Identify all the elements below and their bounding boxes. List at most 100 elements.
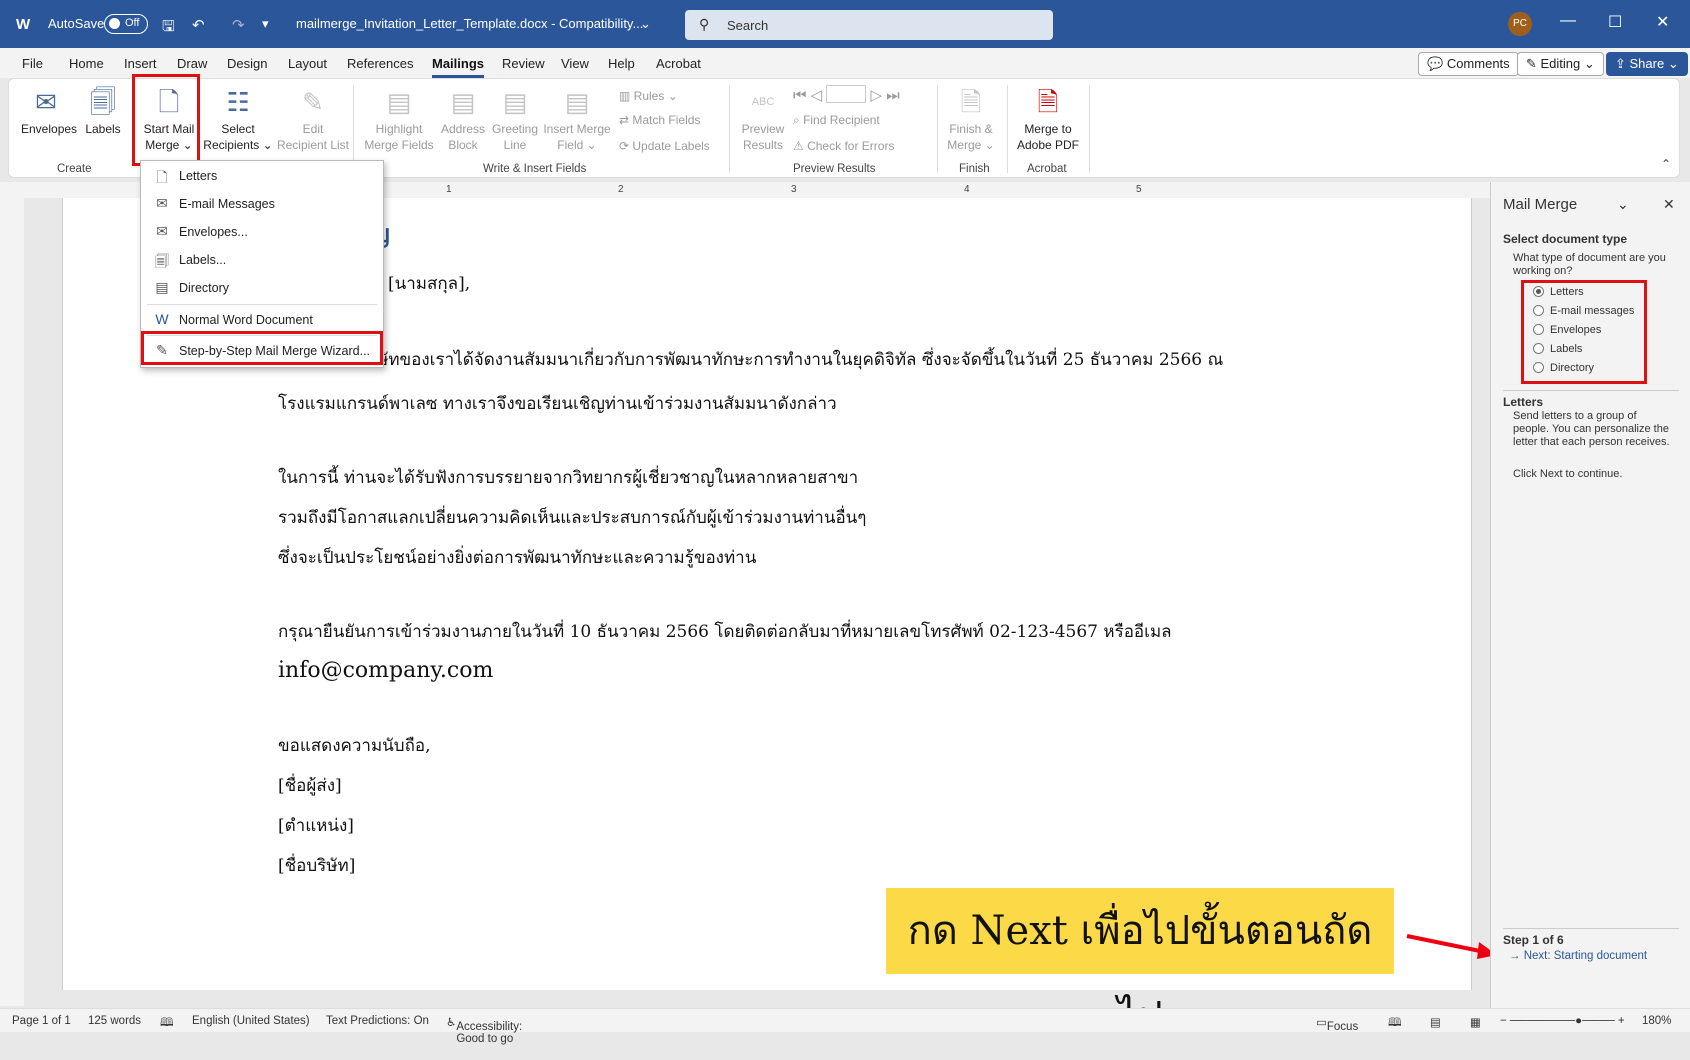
status-bar: Page 1 of 1 125 words 🕮 English (United … (0, 1008, 1690, 1045)
text-predictions[interactable]: Text Predictions: On (326, 1015, 429, 1027)
share-button[interactable]: ⇪ Share ⌄ (1606, 52, 1688, 76)
search-icon: ⚲ (699, 16, 710, 32)
print-layout-icon[interactable]: ▤ (1430, 1015, 1441, 1029)
tab-mailings[interactable]: Mailings (432, 56, 485, 78)
avatar[interactable]: PC (1508, 12, 1532, 36)
description-text: Send letters to a group of people. You c… (1513, 410, 1670, 448)
description-title: Letters (1503, 390, 1679, 409)
email-icon: ✉ (156, 195, 168, 211)
instruction-callout: กด Next เพื่อไปขั้นตอนถัดไป (886, 888, 1394, 1040)
tab-layout[interactable]: Layout (288, 56, 327, 71)
menu-item-directory[interactable]: ▤ Directory (141, 275, 383, 301)
envelope-icon: ✉ (35, 87, 57, 117)
word-count[interactable]: 125 words (88, 1015, 141, 1027)
focus-button[interactable]: ▭ Focus (1316, 1015, 1358, 1033)
select-recipients-button[interactable]: ☷ Select Recipients ⌄ (203, 85, 273, 153)
tab-references[interactable]: References (347, 56, 413, 71)
zoom-slider[interactable]: − ────────●──── + (1500, 1015, 1625, 1027)
labels-button[interactable]: 🗐 Labels (83, 85, 123, 137)
update-labels-button[interactable]: ⟳ Update Labels (619, 139, 710, 153)
pane-title: Mail Merge (1503, 196, 1578, 213)
body-line-3: ในการนี้ ท่านจะได้รับฟังการบรรยายจากวิทย… (278, 468, 859, 488)
next-step-link[interactable]: → Next: Starting document (1509, 950, 1647, 962)
tab-review[interactable]: Review (502, 56, 545, 71)
sender-position: [ตำแหน่ง] (278, 816, 354, 836)
autosave-label: AutoSave (48, 16, 105, 31)
edit-list-icon: ✎ (302, 87, 324, 117)
editing-button[interactable]: ✎ Editing ⌄ (1517, 52, 1604, 76)
autosave-toggle[interactable]: Off (104, 14, 148, 34)
group-acrobat: Acrobat (1027, 163, 1067, 175)
body-line-6: กรุณายืนยันการเข้าร่วมงานภายในวันที่ 10 … (278, 622, 1172, 642)
tab-design[interactable]: Design (227, 56, 267, 71)
highlight-wizard (141, 331, 383, 365)
search-placeholder: Search (727, 18, 769, 33)
collapse-ribbon-icon[interactable]: ⌃ (1661, 157, 1671, 171)
read-mode-icon[interactable]: 🕮 (1388, 1015, 1402, 1034)
menu-item-normal-document[interactable]: W Normal Word Document (141, 307, 383, 333)
tab-help[interactable]: Help (608, 56, 635, 71)
menu-item-envelopes[interactable]: ✉ Envelopes... (141, 219, 383, 245)
sender-company: [ชื่อบริษัท] (278, 856, 356, 876)
search-box[interactable]: ⚲ Search (685, 10, 1053, 40)
comments-button[interactable]: 💬 Comments (1418, 52, 1519, 76)
group-write-insert: Write & Insert Fields (483, 163, 587, 175)
recipient-name-line: [นามสกุล], (388, 274, 471, 294)
ribbon-tabs: File Home Insert Draw Design Layout Refe… (0, 48, 1690, 78)
language[interactable]: English (United States) (192, 1015, 310, 1027)
directory-icon: ▤ (155, 279, 169, 295)
labels-icon: 🗐 (90, 87, 116, 117)
mail-merge-pane: Mail Merge ⌄ ✕ Select document type What… (1490, 182, 1690, 1008)
proofing-icon[interactable]: 🕮 (160, 1015, 174, 1034)
tab-view[interactable]: View (561, 56, 589, 71)
tab-insert[interactable]: Insert (124, 56, 157, 71)
step-indicator: Step 1 of 6 (1503, 928, 1679, 947)
question-text: What type of document are you working on… (1513, 252, 1666, 277)
menu-item-letters[interactable]: 🗋 Letters (141, 163, 383, 189)
match-fields-button[interactable]: ⇄ Match Fields (619, 113, 700, 127)
maximize-icon[interactable]: ☐ (1608, 12, 1622, 32)
word-app-icon[interactable]: W (16, 16, 30, 33)
envelope-icon: ✉ (156, 223, 168, 239)
tab-acrobat[interactable]: Acrobat (656, 56, 701, 71)
check-errors-button[interactable]: ⚠ Check for Errors (793, 139, 894, 153)
undo-icon[interactable]: ↶ (192, 16, 205, 34)
highlight-merge-fields-button[interactable]: ▤ Highlight Merge Fields (361, 85, 437, 153)
record-navigation[interactable]: ⏮ ◁ ▷ ⏭ (793, 85, 900, 104)
envelopes-button[interactable]: ✉ Envelopes (21, 85, 77, 137)
letter-icon: 🗋 (156, 169, 168, 185)
menu-item-email[interactable]: ✉ E-mail Messages (141, 191, 383, 217)
tab-draw[interactable]: Draw (177, 56, 207, 71)
page-count[interactable]: Page 1 of 1 (12, 1015, 71, 1027)
title-dropdown-icon[interactable]: ⌄ (640, 16, 651, 32)
customize-qat-icon[interactable]: ▾ (262, 16, 269, 32)
merge-to-pdf-button[interactable]: 🗎 Merge to Adobe PDF (1013, 85, 1083, 153)
greeting-line-button[interactable]: ▤ Greeting Line (487, 85, 543, 153)
tab-file[interactable]: File (22, 56, 43, 71)
document-title: mailmerge_Invitation_Letter_Template.doc… (296, 16, 644, 31)
finish-merge-button[interactable]: 🗎 Finish & Merge ⌄ (943, 85, 999, 153)
label-icon: 🗐 (155, 253, 169, 269)
closing-line: ขอแสดงความนับถือ, (278, 736, 431, 756)
preview-results-button[interactable]: ABC Preview Results (735, 85, 791, 153)
tab-home[interactable]: Home (69, 56, 104, 71)
vertical-ruler[interactable] (0, 198, 24, 1006)
recipients-icon: ☷ (226, 87, 250, 117)
body-line-1: ริษัทของเราได้จัดงานสัมมนาเกี่ยวกับการพั… (368, 350, 1224, 370)
find-recipient-button[interactable]: ⌕ Find Recipient (793, 113, 880, 128)
accessibility-status[interactable]: ♿ Accessibility: Good to go (446, 1015, 522, 1045)
edit-recipient-list-button[interactable]: ✎ Edit Recipient List (273, 85, 353, 153)
address-block-button[interactable]: ▤ Address Block (437, 85, 489, 153)
group-finish: Finish (959, 163, 990, 175)
save-icon[interactable]: 🖫 (162, 16, 175, 41)
insert-merge-field-button[interactable]: ▤ Insert Merge Field ⌄ (539, 85, 615, 153)
web-layout-icon[interactable]: ▦ (1470, 1015, 1481, 1029)
menu-item-labels[interactable]: 🗐 Labels... (141, 247, 383, 273)
pane-close-icon[interactable]: ✕ (1663, 196, 1675, 213)
close-icon[interactable]: ✕ (1656, 12, 1669, 32)
rules-button[interactable]: ▥ Rules ⌄ (619, 89, 678, 103)
pane-options-icon[interactable]: ⌄ (1617, 196, 1629, 213)
zoom-level[interactable]: 180% (1642, 1015, 1671, 1027)
minimize-icon[interactable]: — (1560, 12, 1576, 30)
section-heading: Select document type (1503, 232, 1628, 246)
